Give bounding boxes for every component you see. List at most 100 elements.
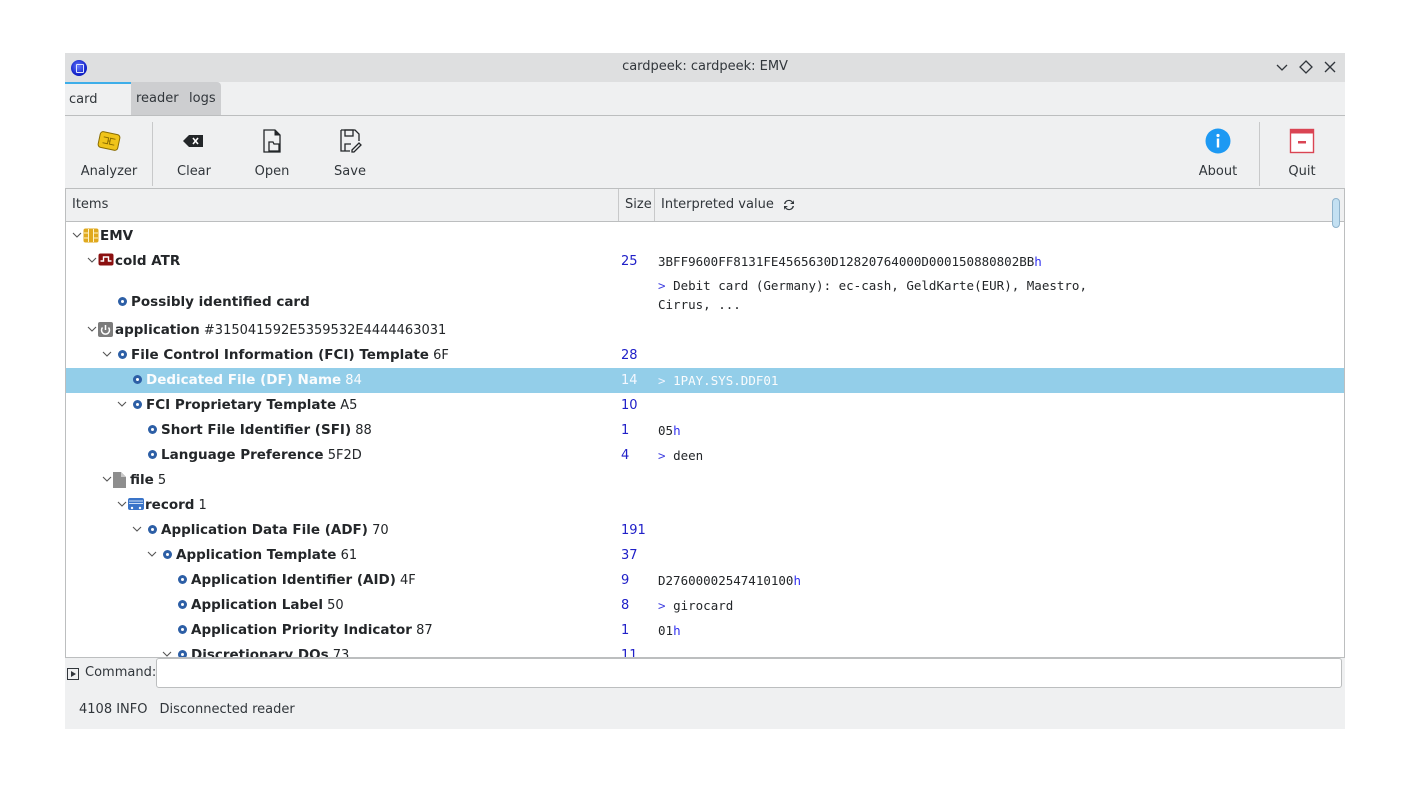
item-tag: A5 bbox=[336, 398, 358, 413]
refresh-icon[interactable] bbox=[781, 197, 797, 213]
tab-reader[interactable]: reader bbox=[136, 82, 179, 115]
command-toggle-icon[interactable] bbox=[67, 668, 79, 680]
maximize-button[interactable] bbox=[1296, 57, 1316, 77]
file-icon bbox=[113, 472, 128, 488]
tab-card-view[interactable]: card view bbox=[65, 82, 131, 138]
column-header-value[interactable]: Interpreted value bbox=[661, 189, 774, 221]
item-name: Application Template 61 bbox=[176, 547, 358, 563]
save-button[interactable]: Save bbox=[320, 116, 380, 188]
item-size: 1 bbox=[621, 423, 630, 438]
item-size: 11 bbox=[621, 648, 638, 657]
item-value: 05h bbox=[658, 423, 681, 438]
tree-row[interactable]: Language Preference 5F2D 4 > deen bbox=[66, 443, 1344, 468]
item-tag: 61 bbox=[336, 548, 358, 563]
tree-row[interactable]: Application Data File (ADF) 70 191 bbox=[66, 518, 1344, 543]
bullet-icon bbox=[148, 450, 157, 459]
item-size: 14 bbox=[621, 373, 638, 388]
item-tag: 1 bbox=[194, 498, 207, 513]
item-value: D27600002547410100h bbox=[658, 573, 801, 588]
bullet-icon bbox=[178, 650, 187, 657]
item-value: > girocard bbox=[658, 598, 734, 613]
quit-button[interactable]: Quit bbox=[1272, 116, 1332, 188]
tree-row[interactable]: file 5 bbox=[66, 468, 1344, 493]
expand-chevron-icon[interactable] bbox=[87, 324, 97, 334]
tree-row[interactable]: EMV bbox=[66, 224, 1344, 249]
expand-chevron-icon[interactable] bbox=[117, 399, 127, 409]
close-button[interactable] bbox=[1320, 57, 1340, 77]
tree-row[interactable]: Application Priority Indicator 87 1 01h bbox=[66, 618, 1344, 643]
item-name: record 1 bbox=[145, 497, 207, 513]
minimize-button[interactable] bbox=[1272, 57, 1292, 77]
item-name: Application Label 50 bbox=[191, 597, 344, 613]
tree-row[interactable]: FCI Proprietary Template A5 10 bbox=[66, 393, 1344, 418]
info-icon bbox=[1205, 128, 1231, 154]
backspace-icon bbox=[183, 135, 203, 147]
bullet-icon bbox=[118, 297, 127, 306]
open-button[interactable]: Open bbox=[242, 116, 302, 188]
item-name: Dedicated File (DF) Name 84 bbox=[146, 372, 362, 388]
column-header-items[interactable]: Items bbox=[72, 189, 108, 221]
tree-row[interactable]: Application Label 50 8 > girocard bbox=[66, 593, 1344, 618]
column-header-size[interactable]: Size bbox=[625, 189, 652, 221]
status-code: 4108 INFO bbox=[79, 702, 148, 717]
item-tag: 4F bbox=[395, 573, 416, 588]
expand-chevron-icon[interactable] bbox=[72, 230, 82, 240]
bullet-icon bbox=[133, 400, 142, 409]
command-input[interactable] bbox=[156, 658, 1342, 688]
bullet-icon bbox=[133, 375, 142, 384]
tree-row[interactable]: File Control Information (FCI) Template … bbox=[66, 343, 1344, 368]
expand-chevron-icon[interactable] bbox=[117, 499, 127, 509]
tab-logs[interactable]: logs bbox=[189, 82, 216, 115]
card-tree-view[interactable]: Items Size Interpreted value EMV cold ATR… bbox=[65, 188, 1345, 658]
item-name: cold ATR bbox=[115, 253, 181, 269]
expand-chevron-icon[interactable] bbox=[162, 649, 172, 657]
tree-row[interactable]: Application Template 61 37 bbox=[66, 543, 1344, 568]
item-tag: 6F bbox=[428, 348, 449, 363]
tree-row[interactable]: Application Identifier (AID) 4F 9 D2760000… bbox=[66, 568, 1344, 593]
bullet-icon bbox=[178, 625, 187, 634]
command-label: Command: bbox=[85, 665, 157, 680]
tree-row[interactable]: cold ATR 25 3BFF9600FF8131FE4565630D128207… bbox=[66, 249, 1344, 274]
bullet-icon bbox=[178, 600, 187, 609]
tree-row[interactable]: Possibly identified card > Debit card (Ge… bbox=[66, 274, 1344, 324]
tree-row[interactable]: Discretionary DOs 73 11 bbox=[66, 643, 1344, 657]
item-name: FCI Proprietary Template A5 bbox=[146, 397, 358, 413]
expand-chevron-icon[interactable] bbox=[87, 255, 97, 265]
item-size: 9 bbox=[621, 573, 630, 588]
app-window: cardpeek: cardpeek: EMV card view reader… bbox=[65, 53, 1345, 729]
analyzer-button[interactable]: Analyzer bbox=[74, 116, 144, 188]
item-name: Application Identifier (AID) 4F bbox=[191, 572, 416, 588]
tree-row[interactable]: Dedicated File (DF) Name 84 14 > 1PAY.SYS.… bbox=[66, 368, 1344, 393]
item-tag: 70 bbox=[367, 523, 389, 538]
item-size: 1 bbox=[621, 623, 630, 638]
clear-button[interactable]: Clear bbox=[164, 116, 224, 188]
item-name: Short File Identifier (SFI) 88 bbox=[161, 422, 372, 438]
tree-row[interactable]: Short File Identifier (SFI) 88 1 05h bbox=[66, 418, 1344, 443]
expand-chevron-icon[interactable] bbox=[132, 524, 142, 534]
expand-chevron-icon[interactable] bbox=[102, 349, 112, 359]
item-name: Language Preference 5F2D bbox=[161, 447, 362, 463]
item-tag: 73 bbox=[328, 648, 350, 657]
vertical-scrollbar[interactable] bbox=[1332, 198, 1340, 228]
item-value: 3BFF9600FF8131FE4565630D12820764000D0001… bbox=[658, 254, 1042, 269]
item-name: Discretionary DOs 73 bbox=[191, 647, 349, 657]
expand-chevron-icon[interactable] bbox=[102, 474, 112, 484]
tree-row[interactable]: application #315041592E5359532E444446303… bbox=[66, 318, 1344, 343]
item-tag: 5F2D bbox=[323, 448, 362, 463]
item-size: 4 bbox=[621, 448, 630, 463]
item-value: 01h bbox=[658, 623, 681, 638]
item-tag: 50 bbox=[322, 598, 344, 613]
item-name: Application Data File (ADF) 70 bbox=[161, 522, 389, 538]
bullet-icon bbox=[163, 550, 172, 559]
chevron-down-icon bbox=[1276, 64, 1288, 71]
item-size: 8 bbox=[621, 598, 630, 613]
about-button[interactable]: About bbox=[1188, 116, 1248, 188]
chip-icon bbox=[97, 131, 121, 151]
item-value: > deen bbox=[658, 448, 704, 463]
tree-row[interactable]: record 1 bbox=[66, 493, 1344, 518]
bullet-icon bbox=[118, 350, 127, 359]
title-bar[interactable]: cardpeek: cardpeek: EMV bbox=[65, 53, 1345, 82]
item-size: 28 bbox=[621, 348, 638, 363]
expand-chevron-icon[interactable] bbox=[147, 549, 157, 559]
item-size: 191 bbox=[621, 523, 646, 538]
